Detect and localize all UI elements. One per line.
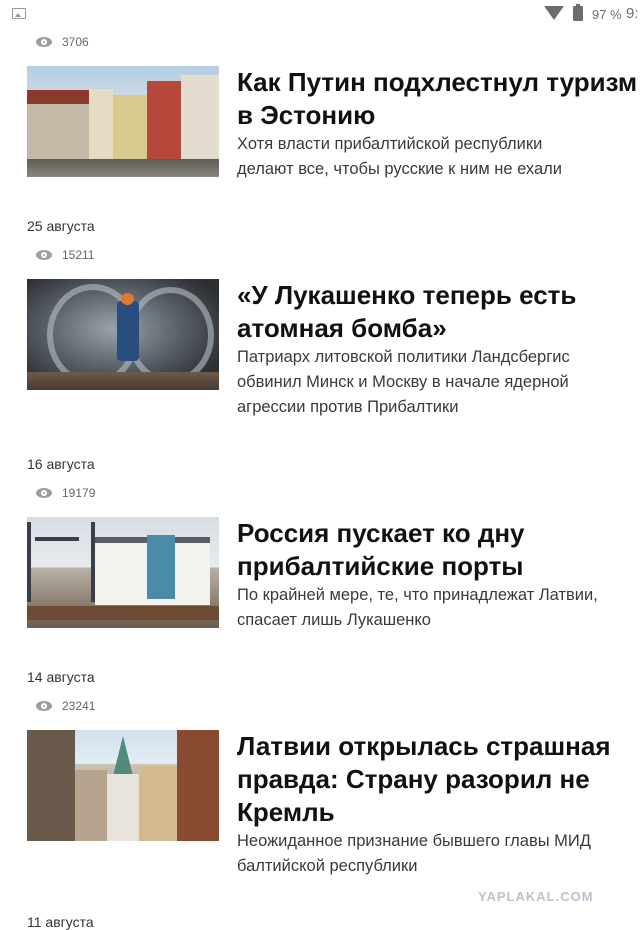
- article-lead: Хотя власти прибалтийской республики дела…: [237, 135, 563, 178]
- article-lead: Неожиданное признание бывшего главы МИД б…: [237, 832, 591, 875]
- eye-icon: [36, 37, 52, 47]
- battery-percent: 97 %: [592, 7, 622, 22]
- eye-icon: [36, 488, 52, 498]
- views-counter: 19179: [36, 485, 95, 501]
- views-counter: 23241: [36, 698, 95, 714]
- status-bar: 97 % 9:: [0, 0, 640, 30]
- article-thumbnail[interactable]: [27, 517, 219, 628]
- article-title[interactable]: Латвии открылась страшная правда: Страну …: [237, 730, 637, 829]
- article-lead: Патриарх литовской политики Ландсбергис о…: [237, 348, 570, 416]
- views-count: 23241: [62, 699, 96, 713]
- article-title[interactable]: «У Лукашенко теперь есть атомная бомба»: [237, 279, 637, 345]
- battery-icon: [573, 4, 583, 21]
- article-date: 25 августа: [27, 218, 95, 234]
- clock: 9:: [626, 5, 639, 22]
- image-notification-icon: [12, 8, 26, 19]
- article-date: 16 августа: [27, 456, 95, 472]
- article-date: 11 августа: [27, 914, 94, 930]
- views-counter: 15211: [36, 247, 94, 263]
- views-counter: 3706: [36, 34, 89, 50]
- article-thumbnail[interactable]: [27, 730, 219, 841]
- views-count: 3706: [62, 35, 89, 49]
- article-lead: По крайней мере, те, что принадлежат Лат…: [237, 586, 598, 629]
- wifi-icon: [544, 6, 564, 20]
- eye-icon: [36, 701, 52, 711]
- views-count: 19179: [62, 486, 96, 500]
- article-thumbnail[interactable]: [27, 66, 219, 177]
- eye-icon: [36, 250, 52, 260]
- article-title[interactable]: Как Путин подхлестнул туризм в Эстонию: [237, 66, 637, 132]
- article-thumbnail[interactable]: [27, 279, 219, 390]
- views-count: 15211: [62, 248, 95, 262]
- article-title[interactable]: Россия пускает ко дну прибалтийские порты: [237, 517, 637, 583]
- article-date: 14 августа: [27, 669, 95, 685]
- watermark: YAPLAKAL.COM: [478, 889, 594, 904]
